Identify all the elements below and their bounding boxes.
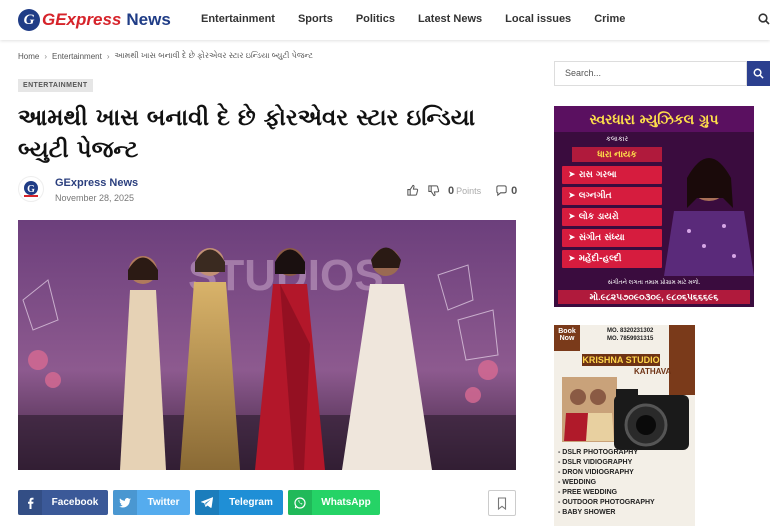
article-actions: 0 Points 0 — [406, 184, 517, 197]
publish-date: November 28, 2025 — [55, 193, 135, 203]
ad2-studio-name: KRISHNA STUDIO — [582, 354, 660, 366]
hero-photo-illustration: STUDIOS — [18, 220, 516, 470]
header-search-icon[interactable] — [758, 13, 770, 25]
sidebar-search-input[interactable]: Search... — [554, 61, 747, 86]
search-icon — [753, 68, 764, 79]
breadcrumb-category[interactable]: Entertainment — [52, 52, 102, 61]
ad2-service-item: - PREE WEDDING — [558, 489, 618, 496]
breadcrumb-current: આમથી ખાસ બનાવી દે છે ફોરએવર સ્ટાર ઇન્ડિય… — [114, 51, 314, 60]
comment-icon[interactable] — [495, 184, 508, 197]
ad1-service-item: ➤ મહેંદી-હલ્દી — [562, 250, 662, 268]
share-whatsapp-button[interactable]: WhatsApp — [288, 490, 380, 515]
share-telegram-button[interactable]: Telegram — [195, 490, 283, 515]
site-logo[interactable]: G GExpress News — [18, 7, 171, 33]
whatsapp-icon — [288, 490, 312, 515]
ad2-service-item: - OUTDOOR PHOTOGRAPHY — [558, 499, 655, 506]
comments-count[interactable]: 0 — [511, 185, 517, 197]
ad1-service-item: ➤ લોક ડાયરો — [562, 208, 662, 226]
author-avatar[interactable]: G — [18, 176, 44, 202]
ad1-title: સ્વરધારા મ્યુઝિકલ ગ્રુપ — [589, 112, 719, 128]
ad1-footer: સંગીતને લગતા તમામ પ્રોગ્રામ માટે મળો. — [607, 280, 701, 286]
gexpress-logo-icon: G — [24, 181, 38, 197]
sidebar-search-button[interactable] — [747, 61, 770, 86]
hero-image: STUDIOS — [18, 220, 516, 470]
ad2-service-item: - DRON VIDIOGRAPHY — [558, 469, 634, 476]
thumbs-down-icon[interactable] — [427, 184, 440, 197]
chevron-right-icon: › — [106, 51, 110, 61]
site-header: G GExpress News Entertainment Sports Pol… — [0, 0, 770, 40]
nav-item-entertainment[interactable]: Entertainment — [201, 13, 275, 25]
nav-item-sports[interactable]: Sports — [298, 13, 333, 25]
ad2-phone2: MO. 7859931315 — [607, 336, 654, 342]
logo-mark: G — [18, 9, 40, 31]
chevron-right-icon: › — [44, 51, 48, 61]
share-twitter-label: Twitter — [147, 497, 180, 508]
bookmark-icon — [497, 496, 507, 510]
ad1-artist-name: ધારા નાયક — [572, 147, 662, 162]
ad2-services-list: - DSLR PHOTOGRAPHY - DSLR VIDIOGRAPHY - … — [558, 448, 655, 518]
ad1-artist-label: કલાકાર — [605, 136, 629, 143]
ad1-service-list: ➤ રાસ ગરબા ➤ લગ્નગીત ➤ લોક ડાયરો ➤ સંગીત… — [562, 166, 662, 271]
bookmark-button[interactable] — [488, 490, 516, 516]
share-telegram-label: Telegram — [229, 497, 273, 508]
telegram-icon — [195, 490, 219, 515]
breadcrumb: Home › Entertainment › આમથી ખાસ બનાવી દે… — [18, 51, 313, 61]
ad1-service-item: ➤ લગ્નગીત — [562, 187, 662, 205]
sidebar-ad-music-group[interactable]: સ્વરધારા મ્યુઝિકલ ગ્રુપ કલાકાર ધારા નાયક… — [554, 106, 754, 307]
ad1-phone: મો.૯૮૨૫૭૦૯૦૩૦૯, ૯૮૦૬૫૬૬૬૯૬ — [558, 290, 750, 304]
ad2-phones: MO. 8320231302 MO. 7859931315 — [607, 327, 653, 343]
ad1-service-item: ➤ રાસ ગરબા — [562, 166, 662, 184]
share-twitter-button[interactable]: Twitter — [113, 490, 190, 515]
facebook-icon — [18, 490, 42, 515]
logo-text-gexpress: GExpress — [42, 10, 122, 29]
ad2-book-now-badge: Book Now — [558, 328, 576, 342]
share-facebook-button[interactable]: Facebook — [18, 490, 108, 515]
ad2-service-item: - WEDDING — [558, 479, 597, 486]
svg-text:G: G — [27, 184, 35, 195]
ad2-service-item: - DSLR VIDIOGRAPHY — [558, 459, 633, 466]
logo-text-news: News — [126, 10, 171, 29]
ad2-service-item: - DSLR PHOTOGRAPHY — [558, 449, 638, 456]
sidebar-ad-photo-studio[interactable]: Book Now MO. 8320231302 MO. 7859931315 K… — [554, 325, 695, 526]
points-label: Points — [456, 185, 482, 196]
twitter-icon — [113, 490, 137, 515]
ad2-service-item: - BABY SHOWER — [558, 509, 616, 516]
main-nav: Entertainment Sports Politics Latest New… — [201, 13, 648, 25]
nav-item-latest-news[interactable]: Latest News — [418, 13, 482, 25]
ad1-service-item: ➤ સંગીત સંધ્યા — [562, 229, 662, 247]
category-badge[interactable]: ENTERTAINMENT — [18, 79, 93, 92]
author-name[interactable]: GExpress News — [55, 177, 138, 189]
article-title: આમથી ખાસ બનાવી દે છે ફોરએવર સ્ટાર ઇન્ડિય… — [18, 105, 476, 163]
nav-item-politics[interactable]: Politics — [356, 13, 395, 25]
share-whatsapp-label: WhatsApp — [321, 497, 371, 508]
points-value: 0 — [448, 184, 455, 197]
ad2-phone1: MO. 8320231302 — [607, 328, 654, 334]
nav-item-crime[interactable]: Crime — [594, 13, 625, 25]
thumbs-up-icon[interactable] — [406, 184, 419, 197]
nav-item-local-issues[interactable]: Local issues — [505, 13, 571, 25]
share-facebook-label: Facebook — [51, 497, 99, 508]
ad2-place: KATHAVA — [634, 367, 672, 376]
breadcrumb-home[interactable]: Home — [18, 52, 39, 61]
